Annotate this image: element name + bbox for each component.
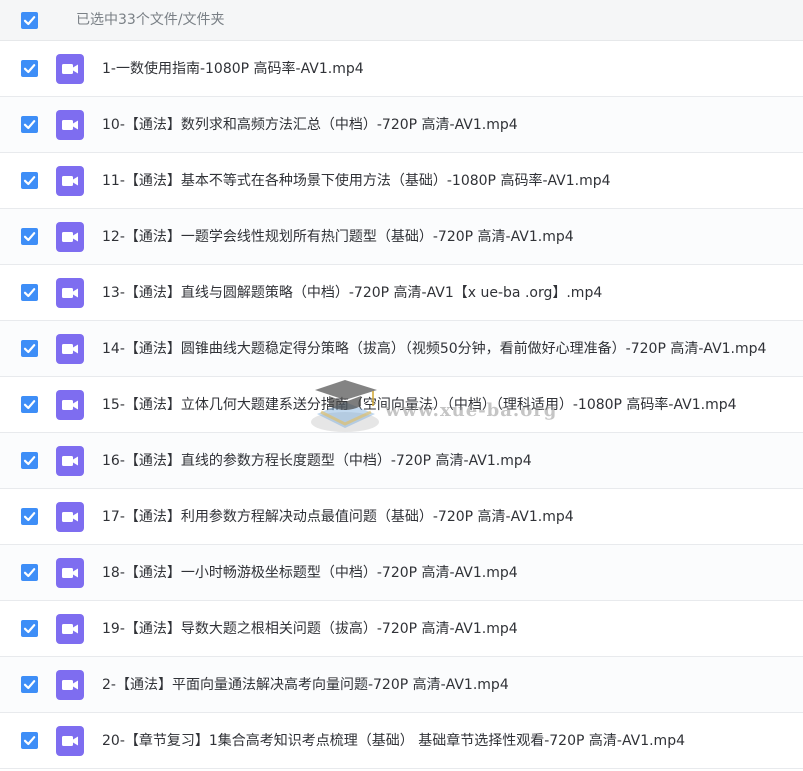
file-name[interactable]: 15-【通法】立体几何大题建系送分指南（空间向量法）（中档）（理科适用）-108…	[102, 394, 737, 416]
checkmark-icon	[23, 512, 36, 522]
file-checkbox[interactable]	[21, 676, 38, 693]
video-file-icon	[56, 502, 84, 532]
file-checkbox[interactable]	[21, 172, 38, 189]
checkmark-icon	[23, 176, 36, 186]
file-checkbox[interactable]	[21, 228, 38, 245]
checkmark-icon	[23, 568, 36, 578]
video-file-icon	[56, 446, 84, 476]
file-name[interactable]: 10-【通法】数列求和高频方法汇总（中档）-720P 高清-AV1.mp4	[102, 114, 518, 136]
checkmark-icon	[23, 232, 36, 242]
file-checkbox[interactable]	[21, 396, 38, 413]
file-row[interactable]: 19-【通法】导数大题之根相关问题（拔高）-720P 高清-AV1.mp4	[0, 601, 803, 657]
checkmark-icon	[23, 288, 36, 298]
checkmark-icon	[23, 456, 36, 466]
selection-header: 已选中33个文件/文件夹	[0, 0, 803, 41]
file-name[interactable]: 19-【通法】导数大题之根相关问题（拔高）-720P 高清-AV1.mp4	[102, 618, 518, 640]
file-row[interactable]: 18-【通法】一小时畅游极坐标题型（中档）-720P 高清-AV1.mp4	[0, 545, 803, 601]
file-row[interactable]: 10-【通法】数列求和高频方法汇总（中档）-720P 高清-AV1.mp4	[0, 97, 803, 153]
video-file-icon	[56, 110, 84, 140]
video-file-icon	[56, 334, 84, 364]
checkmark-icon	[23, 64, 36, 74]
video-file-icon	[56, 54, 84, 84]
file-row[interactable]: 1-一数使用指南-1080P 高码率-AV1.mp4	[0, 41, 803, 97]
file-row[interactable]: 20-【章节复习】1集合高考知识考点梳理（基础） 基础章节选择性观看-720P …	[0, 713, 803, 769]
file-row[interactable]: 17-【通法】利用参数方程解决动点最值问题（基础）-720P 高清-AV1.mp…	[0, 489, 803, 545]
file-checkbox[interactable]	[21, 508, 38, 525]
file-checkbox[interactable]	[21, 452, 38, 469]
file-name[interactable]: 20-【章节复习】1集合高考知识考点梳理（基础） 基础章节选择性观看-720P …	[102, 730, 685, 752]
checkmark-icon	[23, 400, 36, 410]
select-all-checkbox[interactable]	[21, 12, 38, 29]
file-row[interactable]: 15-【通法】立体几何大题建系送分指南（空间向量法）（中档）（理科适用）-108…	[0, 377, 803, 433]
video-file-icon	[56, 558, 84, 588]
file-checkbox[interactable]	[21, 284, 38, 301]
checkmark-icon	[23, 624, 36, 634]
video-file-icon	[56, 278, 84, 308]
checkmark-icon	[23, 120, 36, 130]
file-name[interactable]: 17-【通法】利用参数方程解决动点最值问题（基础）-720P 高清-AV1.mp…	[102, 506, 574, 528]
file-row[interactable]: 2-【通法】平面向量通法解决高考向量问题-720P 高清-AV1.mp4	[0, 657, 803, 713]
file-name[interactable]: 2-【通法】平面向量通法解决高考向量问题-720P 高清-AV1.mp4	[102, 674, 509, 696]
video-file-icon	[56, 670, 84, 700]
video-file-icon	[56, 390, 84, 420]
file-name[interactable]: 12-【通法】一题学会线性规划所有热门题型（基础）-720P 高清-AV1.mp…	[102, 226, 574, 248]
file-row[interactable]: 13-【通法】直线与圆解题策略（中档）-720P 高清-AV1【x ue-ba …	[0, 265, 803, 321]
file-name[interactable]: 11-【通法】基本不等式在各种场景下使用方法（基础）-1080P 高码率-AV1…	[102, 170, 611, 192]
file-name[interactable]: 16-【通法】直线的参数方程长度题型（中档）-720P 高清-AV1.mp4	[102, 450, 532, 472]
checkmark-icon	[23, 16, 36, 26]
video-file-icon	[56, 726, 84, 756]
video-file-icon	[56, 166, 84, 196]
file-list: 1-一数使用指南-1080P 高码率-AV1.mp4 10-【通法】数列求和高频方…	[0, 41, 803, 769]
selection-count-text: 已选中33个文件/文件夹	[76, 12, 225, 28]
file-checkbox[interactable]	[21, 732, 38, 749]
file-checkbox[interactable]	[21, 620, 38, 637]
file-checkbox[interactable]	[21, 60, 38, 77]
file-row[interactable]: 16-【通法】直线的参数方程长度题型（中档）-720P 高清-AV1.mp4	[0, 433, 803, 489]
video-file-icon	[56, 614, 84, 644]
file-name[interactable]: 18-【通法】一小时畅游极坐标题型（中档）-720P 高清-AV1.mp4	[102, 562, 518, 584]
file-checkbox[interactable]	[21, 564, 38, 581]
file-name[interactable]: 1-一数使用指南-1080P 高码率-AV1.mp4	[102, 58, 364, 80]
checkmark-icon	[23, 736, 36, 746]
file-name[interactable]: 14-【通法】圆锥曲线大题稳定得分策略（拔高）（视频50分钟，看前做好心理准备）…	[102, 338, 766, 360]
file-name[interactable]: 13-【通法】直线与圆解题策略（中档）-720P 高清-AV1【x ue-ba …	[102, 282, 602, 304]
file-checkbox[interactable]	[21, 340, 38, 357]
file-list-page: 已选中33个文件/文件夹 1-一数使用指南-1080P 高码率-AV1.mp4 1…	[0, 0, 803, 771]
file-row[interactable]: 14-【通法】圆锥曲线大题稳定得分策略（拔高）（视频50分钟，看前做好心理准备）…	[0, 321, 803, 377]
file-row[interactable]: 12-【通法】一题学会线性规划所有热门题型（基础）-720P 高清-AV1.mp…	[0, 209, 803, 265]
file-checkbox[interactable]	[21, 116, 38, 133]
video-file-icon	[56, 222, 84, 252]
file-row[interactable]: 11-【通法】基本不等式在各种场景下使用方法（基础）-1080P 高码率-AV1…	[0, 153, 803, 209]
checkmark-icon	[23, 344, 36, 354]
checkmark-icon	[23, 680, 36, 690]
